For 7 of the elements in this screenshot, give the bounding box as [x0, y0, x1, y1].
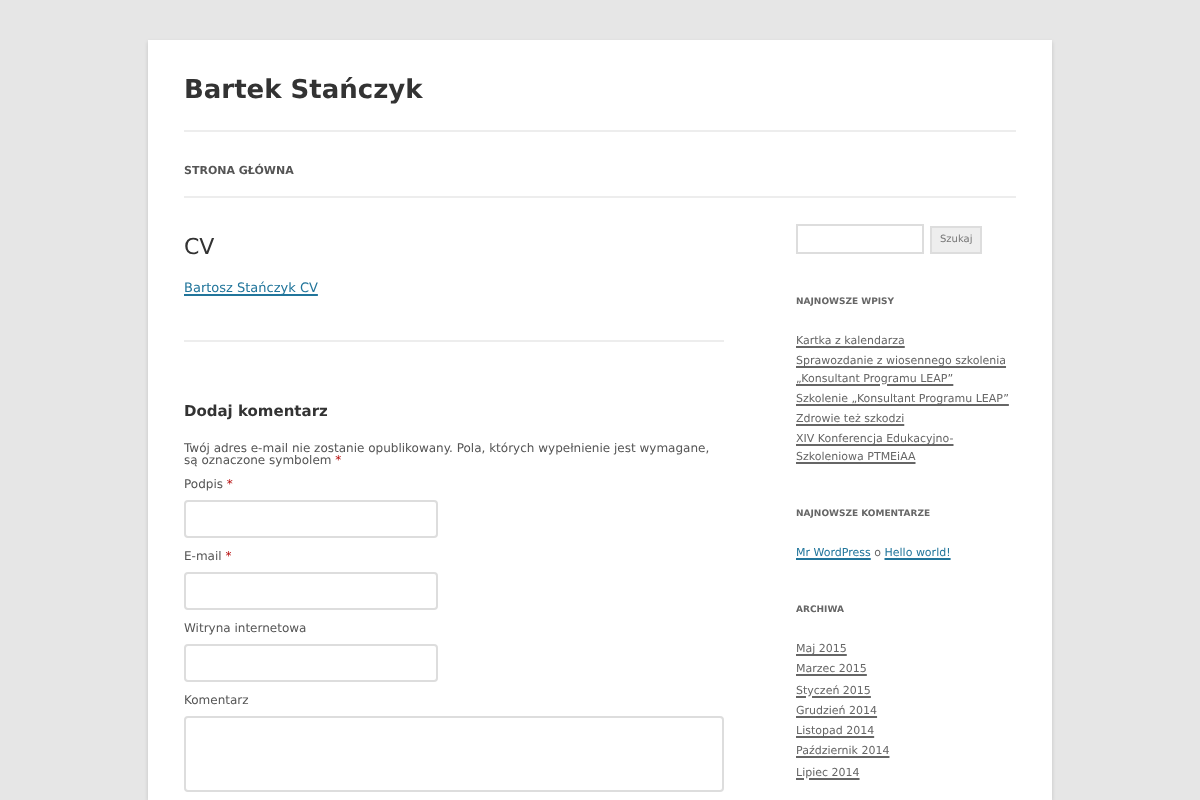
input-field[interactable]	[184, 643, 438, 682]
input-field[interactable]	[184, 571, 438, 610]
input-field[interactable]	[184, 499, 438, 538]
page-title: CV	[184, 234, 217, 260]
search-field[interactable]	[796, 224, 924, 254]
site-title[interactable]: Bartek Stańczyk	[184, 76, 423, 106]
comment-textarea[interactable]	[184, 715, 724, 792]
